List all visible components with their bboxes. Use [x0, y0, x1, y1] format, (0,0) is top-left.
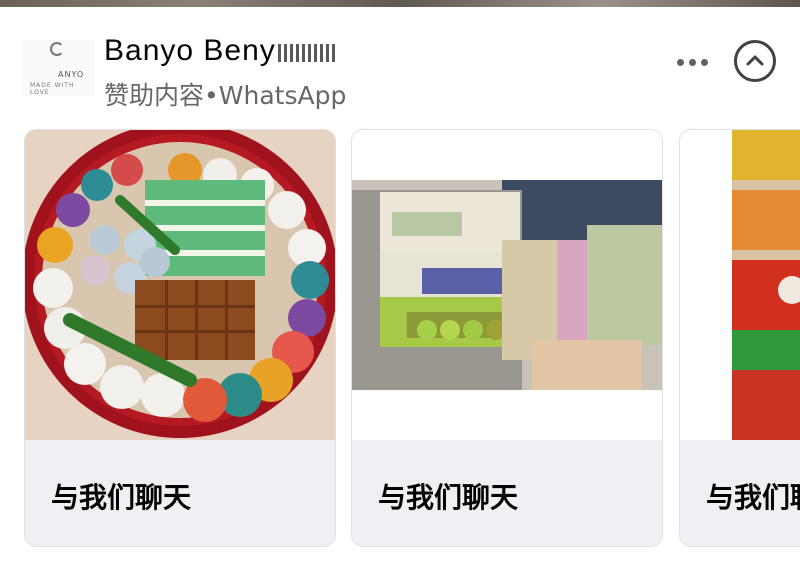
chat-with-us-button[interactable]: 与我们聊天: [25, 440, 335, 546]
carousel-card[interactable]: 与我们聊天: [24, 129, 336, 547]
separator-dot: •: [204, 81, 219, 110]
page-avatar[interactable]: ANYO MADE WITH LOVE: [22, 40, 94, 96]
collapse-button[interactable]: [734, 40, 776, 82]
product-image[interactable]: [352, 130, 662, 440]
product-image[interactable]: [680, 130, 800, 440]
redacted-text: [277, 44, 336, 62]
sponsored-label: 赞助内容: [104, 81, 205, 110]
avatar-logo-text: ANYO: [58, 70, 85, 79]
cta-label: 与我们聊天: [706, 481, 800, 514]
carousel-card[interactable]: 与我们聊天: [351, 129, 663, 547]
product-image[interactable]: [25, 130, 335, 440]
platform-label: WhatsApp: [218, 81, 347, 110]
cta-label: 与我们聊天: [51, 481, 192, 514]
avatar-logo-subtext: MADE WITH LOVE: [30, 82, 75, 96]
chat-with-us-button[interactable]: 与我们聊天: [352, 440, 662, 546]
page-name[interactable]: Banyo Beny: [104, 34, 336, 68]
more-options-button[interactable]: [668, 44, 716, 80]
cta-label: 与我们聊天: [378, 481, 519, 514]
sponsored-line: 赞助内容•WhatsApp: [104, 76, 346, 112]
logo-mark-icon: [50, 42, 64, 56]
previous-post-image-edge: [0, 0, 800, 7]
chevron-up-icon: [746, 55, 764, 66]
more-horizontal-icon: [676, 58, 684, 66]
chat-with-us-button[interactable]: 与我们聊天: [680, 440, 800, 546]
ad-carousel[interactable]: 与我们聊天 与我们聊天 与我们: [0, 129, 800, 549]
carousel-card[interactable]: 与我们聊天: [679, 129, 800, 547]
